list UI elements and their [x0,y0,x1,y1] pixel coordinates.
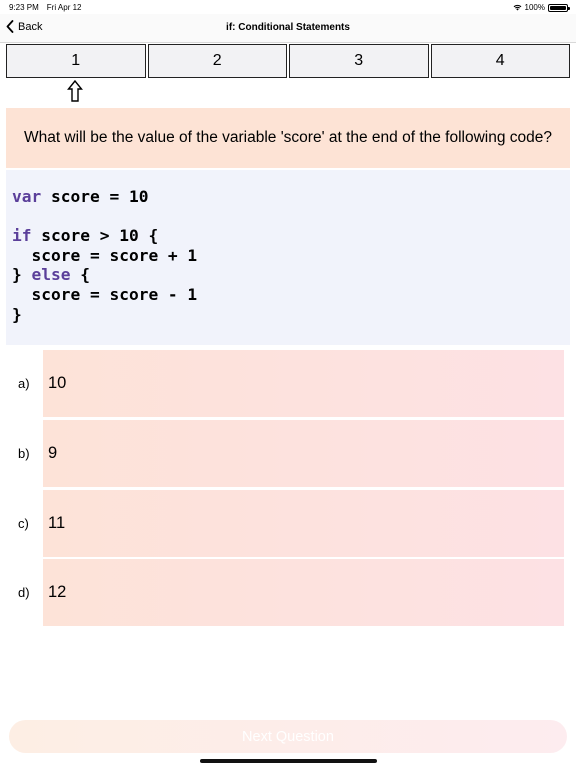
code-text: { [70,265,90,285]
answer-option-d[interactable]: 12 [43,559,564,626]
question-text: What will be the value of the variable '… [23,129,553,146]
answer-row-a: a) 10 [0,350,576,417]
answer-row-c: c) 11 [0,490,576,557]
nav-title: if: Conditional Statements [226,22,350,33]
answer-text: 10 [48,374,67,392]
answer-letter: c) [18,516,29,531]
nav-bar: Back if: Conditional Statements [0,14,576,43]
answer-option-a[interactable]: 10 [43,350,564,417]
answer-row-d: d) 12 [0,559,576,626]
code-keyword: var [12,187,42,206]
answer-text: 9 [48,444,58,462]
code-keyword: else [31,265,71,285]
answer-letter: a) [18,376,30,391]
question-tab-2[interactable]: 2 [147,44,287,78]
status-bar: 9:23 PM Fri Apr 12 100% [0,0,576,14]
next-question-label: Next Question [242,728,334,745]
code-line: score = score + 1 [12,246,570,266]
code-text: score = score - 1 [12,284,198,304]
wifi-icon [513,4,521,11]
code-line: if score > 10 { [12,226,570,246]
question-tab-1[interactable]: 1 [6,44,146,78]
answer-text: 11 [48,514,66,532]
code-text: score = score + 1 [12,245,198,265]
status-date: Fri Apr 12 [46,3,82,12]
up-arrow-icon [67,80,83,102]
question-box: What will be the value of the variable '… [6,108,570,168]
status-right: 100% [513,3,570,12]
code-text: } [12,304,22,324]
code-text: score > 10 { [31,226,159,246]
code-keyword: if [12,226,32,246]
status-time: 9:23 PM [9,3,39,12]
question-tab-4[interactable]: 4 [430,44,570,78]
code-text: } [12,265,32,285]
code-line: var score = 10 [12,187,570,207]
code-text: score = 10 [41,187,149,206]
battery-fill [550,5,566,10]
code-line: } [12,305,570,325]
question-tabs: 1 2 3 4 [6,44,570,78]
answer-letter: d) [18,585,30,600]
code-block: var score = 10 if score > 10 { score = sc… [6,170,570,345]
status-left: 9:23 PM Fri Apr 12 [9,3,81,12]
answer-letter: b) [18,446,30,461]
battery-icon [548,3,570,12]
code-line: } else { [12,265,570,285]
next-question-button[interactable]: Next Question [9,720,567,753]
answer-option-b[interactable]: 9 [43,420,564,487]
code-line: score = score - 1 [12,285,570,305]
answer-text: 12 [48,583,67,601]
question-tab-3[interactable]: 3 [289,44,429,78]
answer-option-c[interactable]: 11 [43,490,564,557]
answer-row-b: b) 9 [0,420,576,487]
battery-percent: 100% [524,3,545,12]
home-indicator[interactable] [200,759,377,763]
